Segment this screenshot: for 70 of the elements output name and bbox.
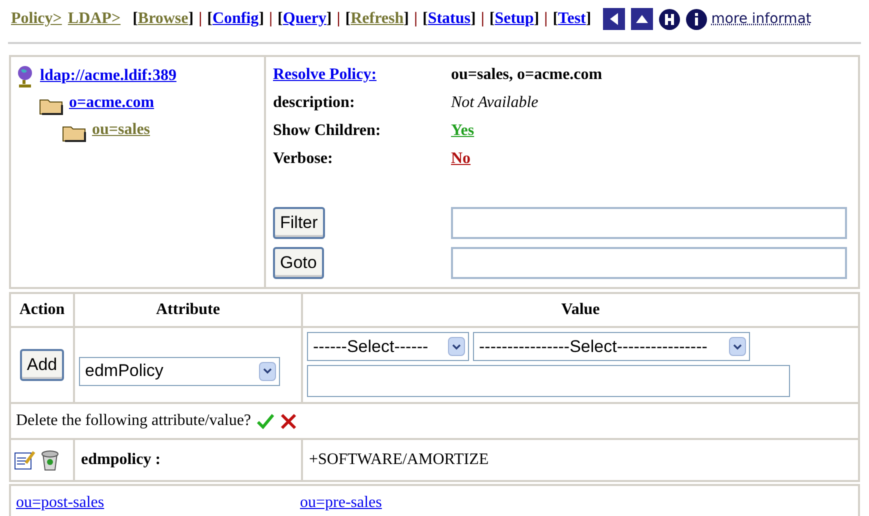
separator: | xyxy=(544,9,548,29)
bracket: ] xyxy=(586,9,592,29)
separator: | xyxy=(336,9,340,29)
nav-link[interactable]: Query xyxy=(282,7,326,31)
nav-link[interactable]: Test xyxy=(558,7,586,31)
attribute-value: +SOFTWARE/AMORTIZE xyxy=(309,450,489,470)
bracket: [ xyxy=(345,9,351,29)
child-entry-link[interactable]: ou=pre-sales xyxy=(300,494,382,511)
bracket: ] xyxy=(470,9,476,29)
back-button[interactable] xyxy=(603,8,626,30)
column-header: Action xyxy=(19,300,65,320)
trash-icon[interactable] xyxy=(40,449,60,471)
tree-link[interactable]: o=acme.com xyxy=(65,91,154,115)
globe-icon xyxy=(16,66,34,88)
filter-button[interactable]: Filter xyxy=(273,207,325,239)
separator: | xyxy=(269,9,273,29)
separator: | xyxy=(198,9,202,29)
up-arrow-icon xyxy=(636,14,648,24)
field-label: description: xyxy=(273,93,355,113)
field-value: Not Available xyxy=(451,93,538,113)
nav-link[interactable]: Status xyxy=(428,7,471,31)
breadcrumb-link[interactable]: LDAP> xyxy=(68,7,121,31)
type-dropdown[interactable]: ------Select------ xyxy=(307,332,469,361)
edit-icon[interactable] xyxy=(14,450,36,470)
nav-link[interactable]: Refresh xyxy=(350,7,404,31)
goto-button[interactable]: Goto xyxy=(273,247,324,279)
separator: | xyxy=(480,9,484,29)
bracket: ] xyxy=(534,9,540,29)
field-label: Verbose: xyxy=(273,149,333,169)
toggle-link[interactable]: No xyxy=(451,147,471,171)
resolve-policy-link[interactable]: Resolve Policy: xyxy=(273,63,377,87)
nav-link[interactable]: Browse xyxy=(138,7,188,31)
bracket: ] xyxy=(188,9,194,29)
left-arrow-icon xyxy=(609,13,620,25)
bracket: [ xyxy=(489,9,495,29)
bracket: [ xyxy=(207,9,212,29)
nav-link[interactable]: Config xyxy=(212,7,259,31)
bracket: ] xyxy=(258,9,264,29)
confirm-check-icon[interactable] xyxy=(257,414,274,428)
folder-icon xyxy=(39,97,63,115)
attribute-dropdown[interactable]: edmPolicy xyxy=(79,356,280,386)
tree-link[interactable]: ou=sales xyxy=(88,118,150,142)
attribute-name: edmpolicy : xyxy=(81,450,161,470)
bracket: [ xyxy=(132,9,138,29)
bracket: [ xyxy=(278,9,283,29)
value-dropdown[interactable]: ----------------Select---------------- xyxy=(473,332,750,361)
bracket: [ xyxy=(422,9,428,29)
field-value: ou=sales, o=acme.com xyxy=(451,65,602,85)
column-header: Attribute xyxy=(156,300,220,320)
bracket: ] xyxy=(404,9,409,29)
delete-prompt: Delete the following attribute/value? xyxy=(16,411,252,431)
separator: | xyxy=(414,9,418,29)
tree-link[interactable]: ldap://acme.ldif:389 xyxy=(36,64,176,88)
goto-field[interactable] xyxy=(451,247,847,279)
folder-icon xyxy=(62,124,86,142)
nav-link[interactable]: Setup xyxy=(494,7,534,31)
value-field[interactable] xyxy=(307,365,790,397)
child-entry-link[interactable]: ou=post-sales xyxy=(16,494,104,511)
column-header: Value xyxy=(561,300,600,320)
add-button[interactable]: Add xyxy=(20,349,64,381)
info-icon[interactable] xyxy=(686,8,708,30)
cancel-x-icon[interactable] xyxy=(280,412,298,430)
filter-field[interactable] xyxy=(451,207,847,239)
help-icon[interactable] xyxy=(659,8,680,30)
bracket: ] xyxy=(326,9,332,29)
up-button[interactable] xyxy=(631,8,654,30)
more-info-link[interactable]: more informat xyxy=(711,8,812,30)
breadcrumb-link[interactable]: Policy> xyxy=(11,7,62,31)
field-label: Show Children: xyxy=(273,121,381,141)
bracket: [ xyxy=(552,9,558,29)
